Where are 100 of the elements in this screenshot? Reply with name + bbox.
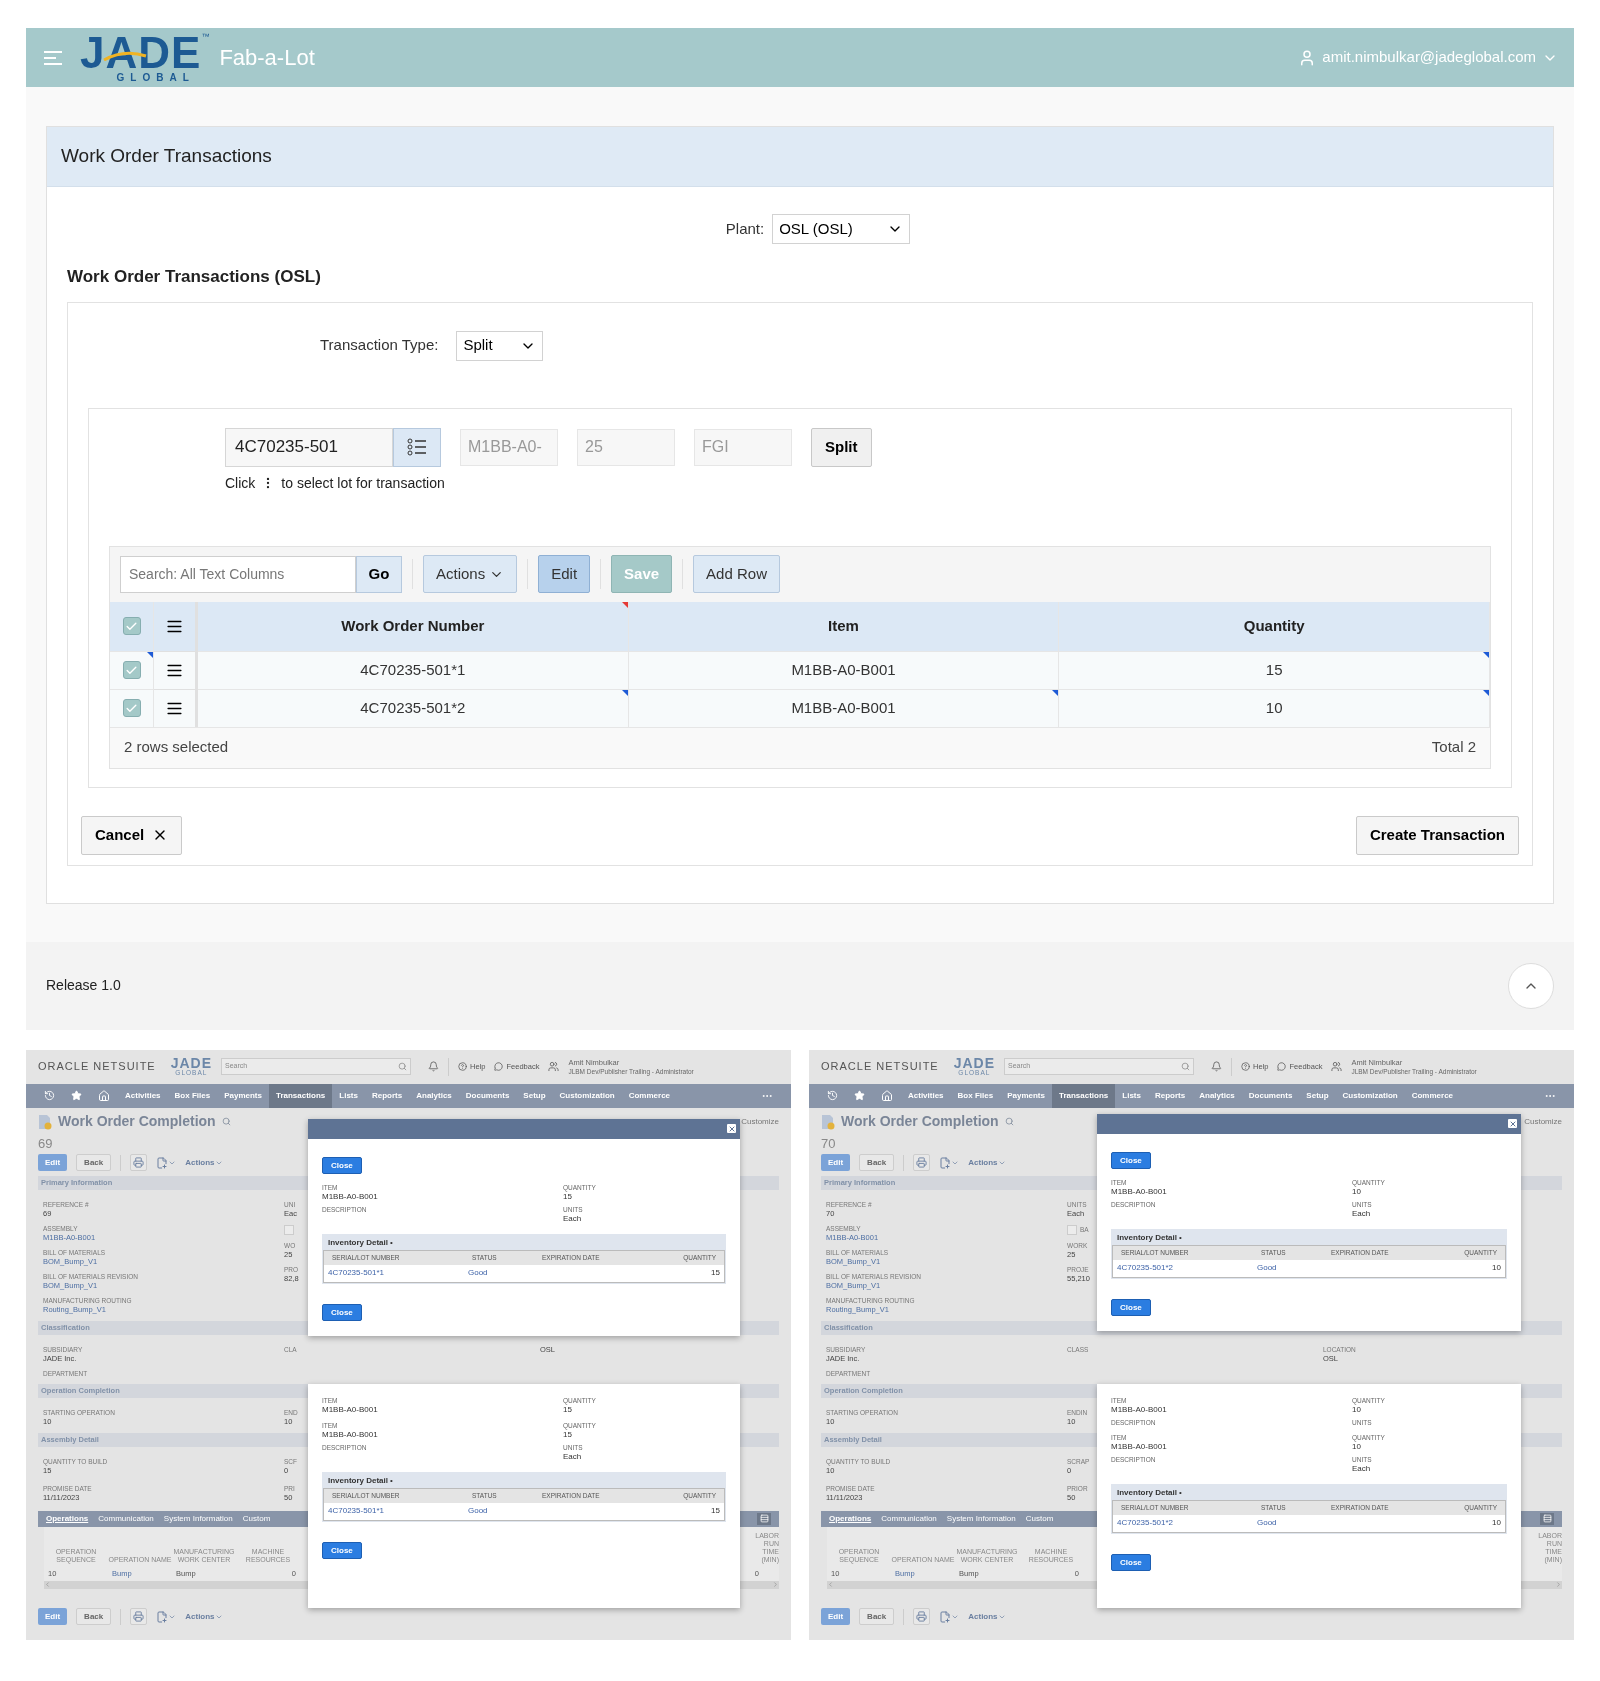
nav-item[interactable]: Analytics (1192, 1083, 1242, 1108)
nav-item[interactable]: Setup (516, 1083, 553, 1108)
new-menu-button[interactable] (156, 1610, 177, 1623)
search-field[interactable]: Search: All Text Columns (120, 555, 356, 593)
print-button[interactable] (913, 1608, 931, 1625)
star-icon[interactable] (854, 1090, 865, 1101)
close-button[interactable]: Close (322, 1542, 362, 1559)
section-tab[interactable]: Inventory Detail (328, 1474, 388, 1487)
chevron-left-icon[interactable] (44, 1581, 51, 1588)
transaction-type-select[interactable]: Split (456, 330, 544, 361)
column-header[interactable]: Item (628, 601, 1060, 651)
nav-item[interactable]: Transactions (268, 1083, 333, 1108)
nav-item[interactable]: Box Files (950, 1083, 1001, 1108)
lot-field[interactable]: 4C70235-501 (225, 427, 393, 467)
edit-button[interactable]: Edit (821, 1608, 851, 1625)
close-button[interactable] (727, 1124, 736, 1133)
table-link[interactable]: Good (1257, 1517, 1277, 1529)
subtab[interactable]: System Information (946, 1512, 1016, 1525)
nav-item[interactable]: Reports (365, 1083, 410, 1108)
split-button[interactable]: Split (811, 427, 872, 467)
bell-icon[interactable] (1211, 1061, 1223, 1072)
nav-item[interactable]: Lists (332, 1083, 365, 1108)
nav-item[interactable]: Payments (1000, 1083, 1052, 1108)
close-button[interactable] (1508, 1119, 1517, 1128)
customize-link[interactable]: Customize (1524, 1115, 1562, 1128)
actions-menu[interactable]: Actions (185, 1156, 223, 1169)
nav-item[interactable]: Commerce (1404, 1083, 1461, 1108)
subtab[interactable]: System Information (163, 1512, 233, 1525)
table-link[interactable]: 4C70235-501*2 (1117, 1517, 1174, 1529)
search-icon[interactable] (221, 1117, 231, 1126)
chevron-right-icon[interactable] (1555, 1581, 1562, 1588)
nav-item[interactable]: Reports (1148, 1083, 1193, 1108)
checkbox[interactable] (1067, 1224, 1077, 1235)
customize-link[interactable]: Customize (741, 1115, 779, 1128)
edit-button[interactable]: Edit (38, 1608, 68, 1625)
subtab[interactable]: Communication (98, 1512, 154, 1525)
actions-menu[interactable]: Actions (968, 1156, 1006, 1169)
subtab[interactable]: Communication (881, 1512, 937, 1525)
close-button[interactable]: Close (322, 1157, 362, 1174)
subtab[interactable]: Operations (829, 1512, 872, 1525)
table-link[interactable]: Good (468, 1267, 488, 1279)
table-link[interactable]: 4C70235-501*1 (328, 1505, 385, 1517)
nav-item[interactable]: Activities (901, 1083, 951, 1108)
table-link[interactable]: 4C70235-501*2 (1117, 1262, 1174, 1274)
home-icon[interactable] (881, 1089, 893, 1102)
create-transaction-button[interactable]: Create Transaction (1355, 815, 1519, 855)
nav-item[interactable]: Customization (552, 1083, 622, 1108)
nav-item[interactable]: Documents (1241, 1083, 1300, 1108)
column-header[interactable]: Quantity (1059, 601, 1490, 651)
layout-button[interactable] (757, 1512, 771, 1525)
star-icon[interactable] (71, 1090, 82, 1101)
close-button[interactable]: Close (1111, 1554, 1151, 1571)
home-icon[interactable] (98, 1089, 110, 1102)
nav-item[interactable]: Documents (458, 1083, 517, 1108)
nav-item[interactable]: Setup (1299, 1083, 1336, 1108)
back-button[interactable]: Back (859, 1154, 895, 1171)
row-checkbox[interactable] (122, 661, 141, 679)
cancel-button[interactable]: Cancel (81, 815, 183, 855)
print-button[interactable] (130, 1608, 148, 1625)
edit-button[interactable]: Edit (38, 1154, 68, 1171)
nav-item[interactable]: Payments (217, 1083, 269, 1108)
new-menu-button[interactable] (939, 1610, 960, 1623)
list-button[interactable] (393, 427, 441, 467)
new-menu-button[interactable] (156, 1156, 177, 1169)
nav-item[interactable]: Analytics (409, 1083, 459, 1108)
row-checkbox[interactable] (122, 699, 141, 717)
plant-select[interactable]: OSL (OSL) (772, 214, 911, 244)
close-button[interactable]: Close (1111, 1152, 1151, 1169)
close-button[interactable]: Close (1111, 1299, 1151, 1316)
checkbox[interactable] (284, 1224, 294, 1235)
subtab[interactable]: Operations (46, 1512, 89, 1525)
chevron-right-icon[interactable] (772, 1581, 779, 1588)
go-button[interactable]: Go (356, 555, 402, 593)
nav-item[interactable]: Customization (1335, 1083, 1405, 1108)
menu-icon[interactable] (42, 49, 64, 66)
section-tab[interactable]: Inventory Detail (1117, 1231, 1177, 1244)
table-link[interactable]: Good (468, 1505, 488, 1517)
back-button[interactable]: Back (76, 1154, 112, 1171)
print-button[interactable] (130, 1154, 148, 1171)
plain-button[interactable]: Add Row (693, 555, 780, 593)
subtab[interactable]: Custom (1025, 1512, 1054, 1525)
actions-menu[interactable]: Actions (968, 1610, 1006, 1623)
table-link[interactable]: 4C70235-501*1 (328, 1267, 385, 1279)
nav-item[interactable]: Transactions (1051, 1083, 1116, 1108)
section-tab[interactable]: Inventory Detail (1117, 1486, 1177, 1499)
back-button[interactable]: Back (859, 1608, 895, 1625)
bell-icon[interactable] (428, 1061, 440, 1072)
nav-item[interactable]: Commerce (621, 1083, 678, 1108)
section-tab[interactable]: Inventory Detail (328, 1236, 388, 1249)
nav-item[interactable]: Activities (118, 1083, 168, 1108)
subtab[interactable]: Custom (242, 1512, 271, 1525)
print-button[interactable] (913, 1154, 931, 1171)
search-icon[interactable] (1004, 1117, 1014, 1126)
nav-item[interactable]: Lists (1115, 1083, 1148, 1108)
chevron-left-icon[interactable] (827, 1581, 834, 1588)
back-button[interactable]: Back (76, 1608, 112, 1625)
new-menu-button[interactable] (939, 1156, 960, 1169)
edit-button[interactable]: Edit (538, 555, 591, 593)
history-icon[interactable] (827, 1090, 838, 1101)
row-checkbox[interactable] (122, 617, 141, 635)
